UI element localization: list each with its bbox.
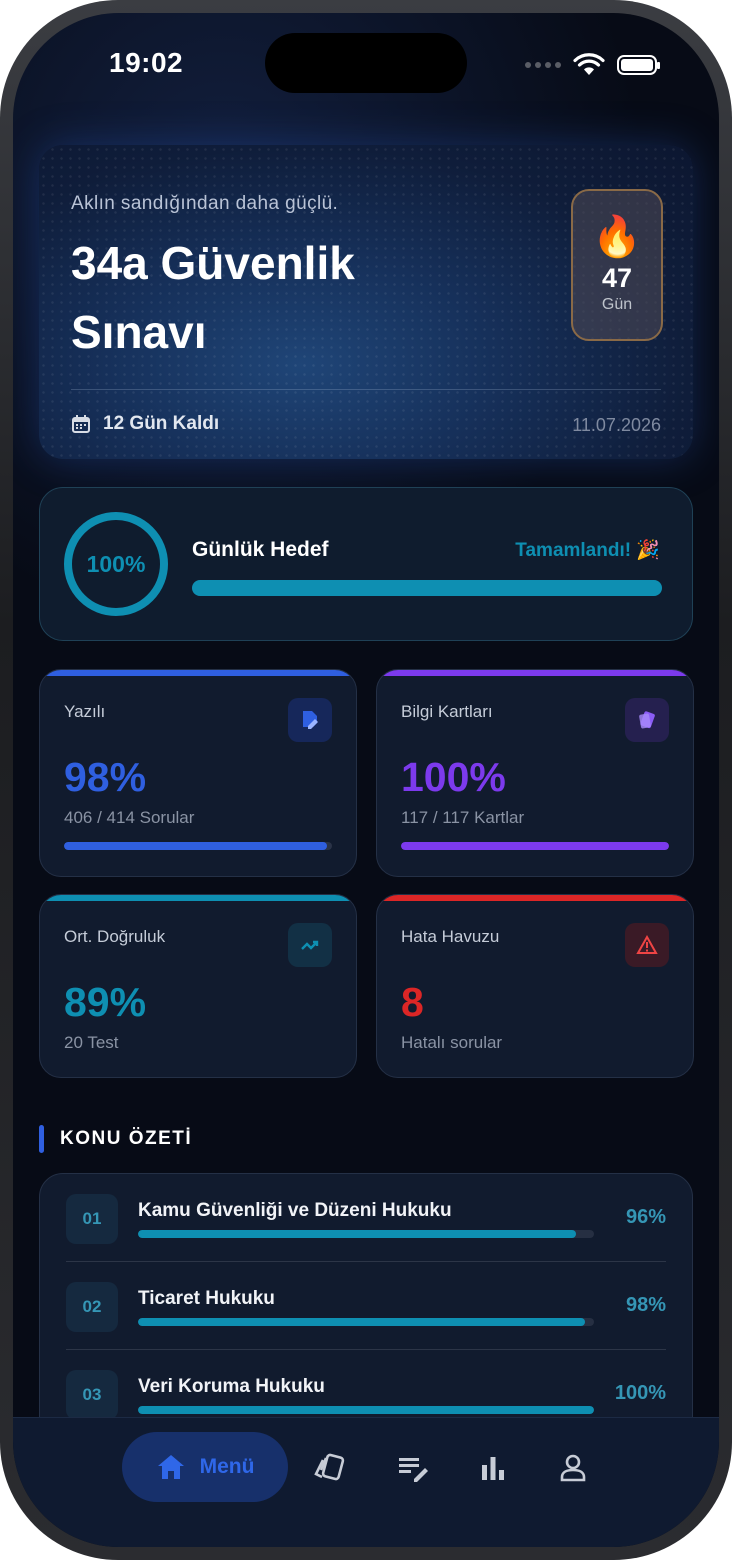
card-subtext: 20 Test <box>64 1033 119 1052</box>
cards-icon <box>625 698 669 742</box>
calendar-icon <box>72 415 90 433</box>
nav-stats-button[interactable] <box>473 1448 513 1488</box>
streak-badge[interactable]: 🔥 47 Gün <box>571 189 663 341</box>
topic-row[interactable]: 02 Ticaret Hukuku 98% <box>66 1262 666 1350</box>
card-label: Bilgi Kartları <box>401 702 493 721</box>
topic-percent: 100% <box>614 1382 666 1404</box>
error-pool-stat-card[interactable]: Hata Havuzu 8 Hatalı sorular <box>376 894 694 1078</box>
topic-progress-track <box>138 1230 594 1238</box>
notes-edit-icon <box>399 1458 428 1482</box>
card-label: Ort. Doğruluk <box>64 927 166 946</box>
topic-percent: 98% <box>625 1294 666 1316</box>
topic-progress-fill <box>138 1406 594 1414</box>
topic-name: Ticaret Hukuku <box>138 1288 275 1309</box>
goal-progress-bar <box>192 580 662 596</box>
topic-progress-track <box>138 1406 594 1414</box>
card-value: 89% <box>64 979 147 1025</box>
wifi-icon <box>573 53 605 75</box>
card-progress-track <box>64 842 332 850</box>
status-icons <box>525 53 660 77</box>
card-progress-fill <box>64 842 327 850</box>
topic-number: 02 <box>66 1282 118 1332</box>
topic-progress-fill <box>138 1230 576 1238</box>
trending-up-icon <box>288 923 332 967</box>
topic-name: Veri Koruma Hukuku <box>138 1376 325 1397</box>
written-stat-card[interactable]: Yazılı 98% 406 / 414 Sorular <box>39 669 357 877</box>
days-remaining: 12 Gün Kaldı <box>71 413 219 435</box>
goal-progress-ring: 100% <box>64 512 168 616</box>
section-marker <box>39 1125 44 1153</box>
screen: 19:02 Aklın sandığından daha güçlü. 34a … <box>13 13 719 1547</box>
nav-exam-button[interactable] <box>393 1448 433 1488</box>
card-accent <box>377 670 693 676</box>
status-time: 19:02 <box>109 47 184 78</box>
days-remaining-text: 12 Gün Kaldı <box>103 413 220 434</box>
card-subtext: Hatalı sorular <box>401 1033 503 1052</box>
warning-icon <box>625 923 669 967</box>
home-icon <box>157 1455 184 1479</box>
divider <box>71 389 661 390</box>
card-label: Yazılı <box>64 702 106 721</box>
hero-tagline: Aklın sandığından daha güçlü. <box>71 193 339 214</box>
flashcards-stat-card[interactable]: Bilgi Kartları 100% 117 / 117 Kartlar <box>376 669 694 877</box>
card-accent <box>40 670 356 676</box>
exam-date: 11.07.2026 <box>572 415 661 435</box>
topic-summary-heading: KONU ÖZETİ <box>39 1125 192 1153</box>
topic-name: Kamu Güvenliği ve Düzeni Hukuku <box>138 1200 452 1221</box>
card-accent <box>377 895 693 901</box>
accuracy-stat-card[interactable]: Ort. Doğruluk 89% 20 Test <box>39 894 357 1078</box>
card-label: Hata Havuzu <box>401 927 500 946</box>
nav-home-label: Menü <box>199 1455 255 1478</box>
card-value: 98% <box>64 754 147 800</box>
card-progress-fill <box>401 842 669 850</box>
daily-goal-card[interactable]: 100% Günlük Hedef Tamamlandı! 🎉 <box>39 487 693 641</box>
streak-unit: Gün <box>601 296 633 313</box>
topic-percent: 96% <box>625 1206 666 1228</box>
card-subtext: 406 / 414 Sorular <box>64 808 195 827</box>
battery-icon <box>617 55 660 75</box>
card-value: 100% <box>401 754 506 800</box>
stats-icon <box>482 1457 504 1480</box>
goal-status: Tamamlandı! 🎉 <box>515 540 660 561</box>
topic-row[interactable]: 01 Kamu Güvenliği ve Düzeni Hukuku 96% <box>66 1174 666 1262</box>
flame-icon: 🔥 <box>592 215 642 259</box>
edit-doc-icon <box>288 698 332 742</box>
nav-home-button[interactable]: Menü <box>122 1432 288 1502</box>
cellular-icon <box>525 62 561 68</box>
section-title: KONU ÖZETİ <box>60 1128 193 1149</box>
goal-title: Günlük Hedef <box>192 538 329 561</box>
card-subtext: 117 / 117 Kartlar <box>401 808 525 827</box>
phone-frame: 19:02 Aklın sandığından daha güçlü. 34a … <box>0 0 732 1560</box>
nav-profile-button[interactable] <box>553 1448 593 1488</box>
exam-hero-card[interactable]: Aklın sandığından daha güçlü. 34a Güvenl… <box>39 145 693 459</box>
topic-number: 01 <box>66 1194 118 1244</box>
topic-progress-track <box>138 1318 594 1326</box>
topic-number: 03 <box>66 1370 118 1420</box>
card-progress-track <box>401 842 669 850</box>
card-value: 8 <box>401 979 424 1025</box>
bottom-navigation: Menü <box>13 1417 719 1547</box>
exam-title: 34a Güvenlik Sınavı <box>71 237 355 358</box>
profile-icon <box>560 1454 586 1482</box>
topic-progress-fill <box>138 1318 585 1326</box>
dynamic-island <box>265 33 467 93</box>
cards-icon <box>314 1453 345 1481</box>
nav-flashcards-button[interactable] <box>311 1448 351 1488</box>
streak-count: 47 <box>601 263 633 293</box>
card-accent <box>40 895 356 901</box>
